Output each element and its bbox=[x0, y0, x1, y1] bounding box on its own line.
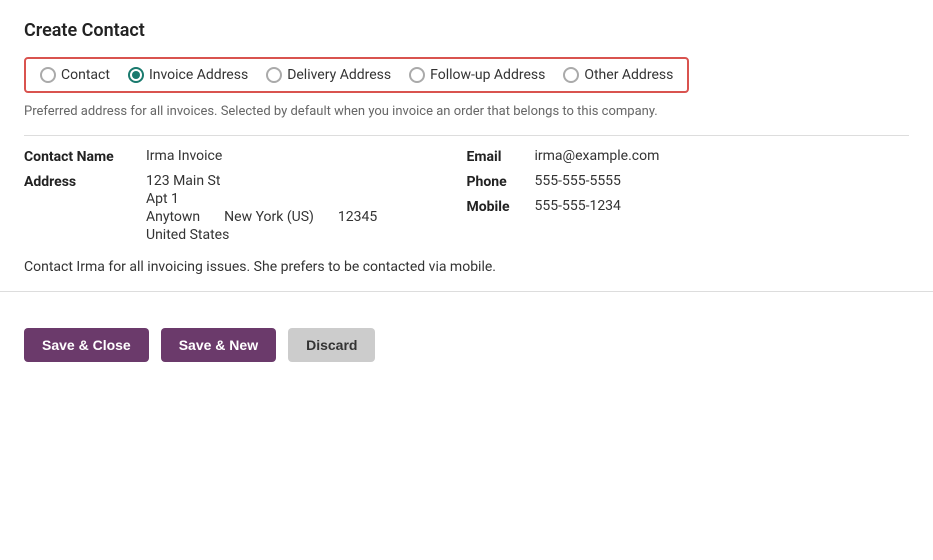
divider-top bbox=[24, 135, 909, 136]
radio-option-other-address[interactable]: Other Address bbox=[563, 67, 673, 83]
email-row: Email irma@example.com bbox=[467, 148, 910, 165]
contact-name-row: Contact Name Irma Invoice bbox=[24, 148, 467, 165]
page-title: Create Contact bbox=[24, 20, 909, 41]
address-type-radio-group: Contact Invoice Address Delivery Address… bbox=[24, 57, 689, 93]
contact-name-label: Contact Name bbox=[24, 148, 134, 165]
phone-row: Phone 555-555-5555 bbox=[467, 173, 910, 190]
email-value: irma@example.com bbox=[535, 148, 910, 164]
address-line1: 123 Main St bbox=[146, 173, 377, 189]
address-state: New York (US) bbox=[224, 209, 314, 225]
radio-delivery-address-label: Delivery Address bbox=[287, 67, 391, 83]
save-new-button[interactable]: Save & New bbox=[161, 328, 276, 362]
radio-option-delivery-address[interactable]: Delivery Address bbox=[266, 67, 391, 83]
mobile-label: Mobile bbox=[467, 198, 527, 215]
left-column: Contact Name Irma Invoice Address 123 Ma… bbox=[24, 148, 467, 243]
save-close-button[interactable]: Save & Close bbox=[24, 328, 149, 362]
phone-value: 555-555-5555 bbox=[535, 173, 910, 189]
address-city-row: Anytown New York (US) 12345 bbox=[146, 209, 377, 225]
address-line2: Apt 1 bbox=[146, 191, 377, 207]
notes-section: Contact Irma for all invoicing issues. S… bbox=[24, 259, 909, 275]
form-section: Contact Name Irma Invoice Address 123 Ma… bbox=[24, 148, 909, 243]
radio-option-invoice-address[interactable]: Invoice Address bbox=[128, 67, 248, 83]
radio-followup-address[interactable] bbox=[409, 67, 425, 83]
mobile-value: 555-555-1234 bbox=[535, 198, 910, 214]
address-row: Address 123 Main St Apt 1 Anytown New Yo… bbox=[24, 173, 467, 243]
radio-followup-address-label: Follow-up Address bbox=[430, 67, 545, 83]
email-label: Email bbox=[467, 148, 527, 165]
address-city: Anytown bbox=[146, 209, 200, 225]
radio-contact[interactable] bbox=[40, 67, 56, 83]
address-label: Address bbox=[24, 173, 134, 190]
radio-other-address-label: Other Address bbox=[584, 67, 673, 83]
footer: Save & Close Save & New Discard bbox=[24, 310, 909, 362]
footer-divider bbox=[0, 291, 933, 292]
radio-option-contact[interactable]: Contact bbox=[40, 67, 110, 83]
phone-label: Phone bbox=[467, 173, 527, 190]
mobile-row: Mobile 555-555-1234 bbox=[467, 198, 910, 215]
right-column: Email irma@example.com Phone 555-555-555… bbox=[467, 148, 910, 243]
radio-invoice-address[interactable] bbox=[128, 67, 144, 83]
radio-delivery-address[interactable] bbox=[266, 67, 282, 83]
radio-invoice-address-label: Invoice Address bbox=[149, 67, 248, 83]
subtitle-text: Preferred address for all invoices. Sele… bbox=[24, 103, 909, 121]
discard-button[interactable]: Discard bbox=[288, 328, 375, 362]
create-contact-page: Create Contact Contact Invoice Address D… bbox=[0, 0, 933, 382]
address-block: 123 Main St Apt 1 Anytown New York (US) … bbox=[146, 173, 377, 243]
radio-contact-label: Contact bbox=[61, 67, 110, 83]
radio-other-address[interactable] bbox=[563, 67, 579, 83]
contact-name-value: Irma Invoice bbox=[146, 148, 467, 164]
address-country: United States bbox=[146, 227, 377, 243]
address-zip: 12345 bbox=[338, 209, 377, 225]
radio-option-followup-address[interactable]: Follow-up Address bbox=[409, 67, 545, 83]
